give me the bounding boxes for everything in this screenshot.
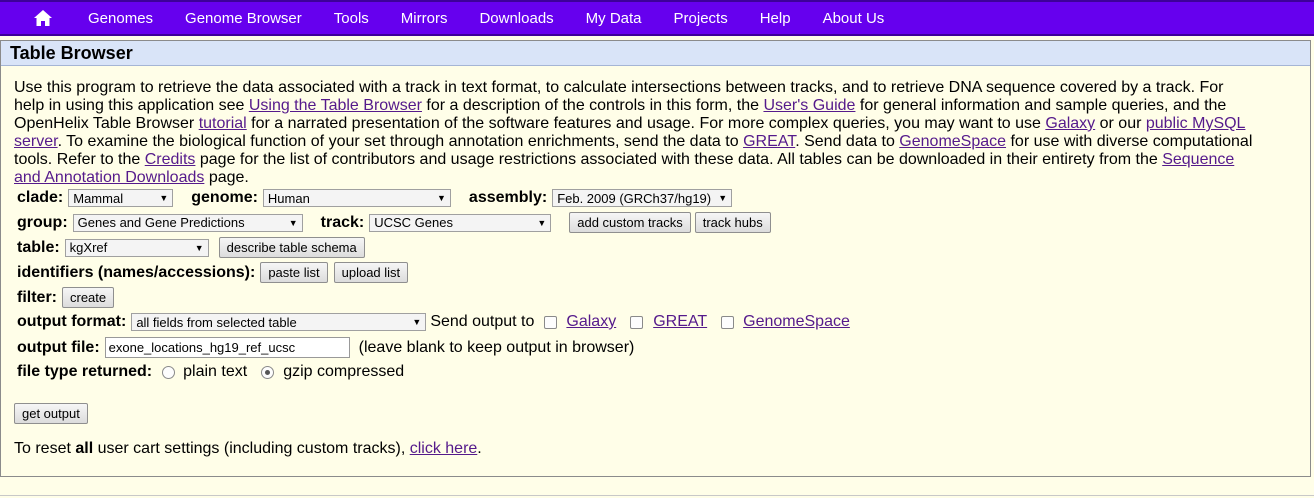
nav-genome-browser[interactable]: Genome Browser [169, 10, 318, 27]
intro-text: . To examine the biological function of … [57, 133, 744, 150]
top-navbar: Genomes Genome Browser Tools Mirrors Dow… [0, 0, 1314, 36]
reset-row: To reset all user cart settings (includi… [14, 440, 482, 458]
send-output-label: Send output to [430, 313, 535, 330]
dropdown-arrow-icon: ▼ [194, 242, 204, 253]
clade-genome-assembly-row: clade: Mammal ▼ genome: Human ▼ assembly: … [17, 189, 733, 207]
filter-label: filter: [17, 288, 57, 306]
plain-text-radio[interactable] [162, 365, 176, 379]
table-browser-panel: Table Browser Use this program to retrie… [0, 40, 1311, 477]
clade-label: clade: [17, 189, 64, 206]
bottom-divider [0, 495, 1314, 496]
assembly-select[interactable]: Feb. 2009 (GRCh37/hg19) ▼ [552, 189, 733, 207]
intro-text: page for the list of contributors and us… [195, 151, 1163, 168]
send-galaxy-link[interactable]: Galaxy [566, 313, 616, 331]
track-select[interactable]: UCSC Genes ▼ [369, 213, 552, 232]
reset-bold-all: all [75, 440, 94, 457]
intro-text: . Send data to [795, 133, 900, 150]
nav-about-us[interactable]: About Us [807, 10, 901, 27]
file-type-label: file type returned: [17, 363, 153, 380]
output-file-row: output file: exone_locations_hg19_ref_uc… [17, 337, 634, 358]
intro-text: for a narrated presentation of the softw… [246, 115, 1046, 132]
reset-click-here-link[interactable]: click here [410, 440, 478, 458]
filter-row: filter: create [17, 287, 115, 308]
dropdown-arrow-icon: ▼ [288, 217, 298, 228]
clade-select[interactable]: Mammal ▼ [68, 189, 174, 207]
nav-tools[interactable]: Tools [318, 10, 385, 27]
nav-my-data[interactable]: My Data [570, 10, 658, 27]
track-value: UCSC Genes [374, 215, 453, 230]
home-icon [34, 10, 52, 26]
assembly-value: Feb. 2009 (GRCh37/hg19) [557, 190, 712, 206]
group-track-row: group: Genes and Gene Predictions ▼ track… [17, 212, 771, 233]
nav-projects[interactable]: Projects [658, 10, 744, 27]
paste-list-button[interactable]: paste list [260, 262, 328, 283]
group-select[interactable]: Genes and Gene Predictions ▼ [72, 213, 303, 232]
link-great[interactable]: GREAT [743, 133, 795, 150]
dropdown-arrow-icon: ▼ [437, 193, 446, 203]
link-galaxy[interactable]: Galaxy [1045, 115, 1095, 132]
genome-value: Human [267, 190, 310, 206]
dropdown-arrow-icon: ▼ [718, 193, 728, 203]
home-button[interactable] [28, 3, 58, 33]
link-using-table-browser[interactable]: Using the Table Browser [249, 97, 422, 114]
intro-text: page. [204, 169, 249, 186]
clade-value: Mammal [73, 190, 124, 206]
intro-paragraph: Use this program to retrieve the data as… [14, 79, 1254, 187]
output-format-value: all fields from selected table [136, 314, 297, 330]
reset-text: To reset [14, 440, 76, 457]
send-great-checkbox[interactable] [630, 315, 644, 329]
link-genomespace[interactable]: GenomeSpace [899, 133, 1006, 150]
plain-text-label: plain text [183, 363, 248, 380]
table-select[interactable]: kgXref ▼ [64, 238, 209, 257]
track-hubs-button[interactable]: track hubs [694, 212, 771, 233]
gzip-compressed-radio[interactable] [261, 365, 275, 379]
nav-downloads[interactable]: Downloads [463, 10, 569, 27]
gzip-compressed-label: gzip compressed [283, 363, 405, 380]
dropdown-arrow-icon: ▼ [537, 217, 547, 228]
genome-label: genome: [191, 189, 258, 206]
dropdown-arrow-icon: ▼ [412, 317, 422, 327]
table-value: kgXref [69, 240, 108, 255]
output-file-input[interactable]: exone_locations_hg19_ref_ucsc [104, 337, 350, 358]
intro-text: for a description of the controls in thi… [421, 97, 764, 114]
reset-text: . [477, 440, 482, 457]
nav-mirrors[interactable]: Mirrors [385, 10, 464, 27]
group-label: group: [17, 213, 68, 231]
assembly-label: assembly: [468, 189, 548, 206]
intro-text: or our [1095, 115, 1146, 132]
radio-selected-dot [265, 369, 271, 375]
output-format-select[interactable]: all fields from selected table ▼ [131, 313, 427, 331]
add-custom-tracks-button[interactable]: add custom tracks [569, 212, 691, 233]
link-tutorial[interactable]: tutorial [199, 115, 247, 132]
send-great-link[interactable]: GREAT [653, 313, 707, 331]
output-file-label: output file: [17, 338, 100, 356]
filter-create-button[interactable]: create [62, 287, 115, 308]
output-format-label: output format: [17, 313, 127, 330]
send-genomespace-link[interactable]: GenomeSpace [743, 313, 850, 331]
track-label: track: [320, 213, 365, 231]
genome-select[interactable]: Human ▼ [262, 189, 451, 207]
table-row: table: kgXref ▼ describe table schema [17, 237, 365, 258]
link-credits[interactable]: Credits [145, 151, 196, 168]
reset-text: user cart settings (including custom tra… [93, 440, 410, 457]
upload-list-button[interactable]: upload list [333, 262, 409, 283]
get-output-row: get output [14, 403, 88, 424]
identifiers-row: identifiers (names/accessions): paste li… [17, 262, 409, 283]
send-galaxy-checkbox[interactable] [544, 315, 558, 329]
link-users-guide[interactable]: User's Guide [763, 97, 855, 114]
send-genomespace-checkbox[interactable] [721, 315, 735, 329]
file-type-row: file type returned: plain text gzip comp… [17, 363, 404, 381]
group-value: Genes and Gene Predictions [77, 215, 245, 230]
page-title: Table Browser [1, 41, 1310, 66]
describe-table-schema-button[interactable]: describe table schema [218, 237, 365, 258]
output-format-row: output format: all fields from selected … [17, 313, 850, 331]
nav-genomes[interactable]: Genomes [72, 10, 169, 27]
get-output-button[interactable]: get output [14, 403, 88, 424]
table-label: table: [17, 238, 60, 256]
nav-help[interactable]: Help [744, 10, 807, 27]
output-file-hint: (leave blank to keep output in browser) [358, 338, 635, 356]
dropdown-arrow-icon: ▼ [159, 193, 169, 203]
identifiers-label: identifiers (names/accessions): [17, 263, 256, 281]
